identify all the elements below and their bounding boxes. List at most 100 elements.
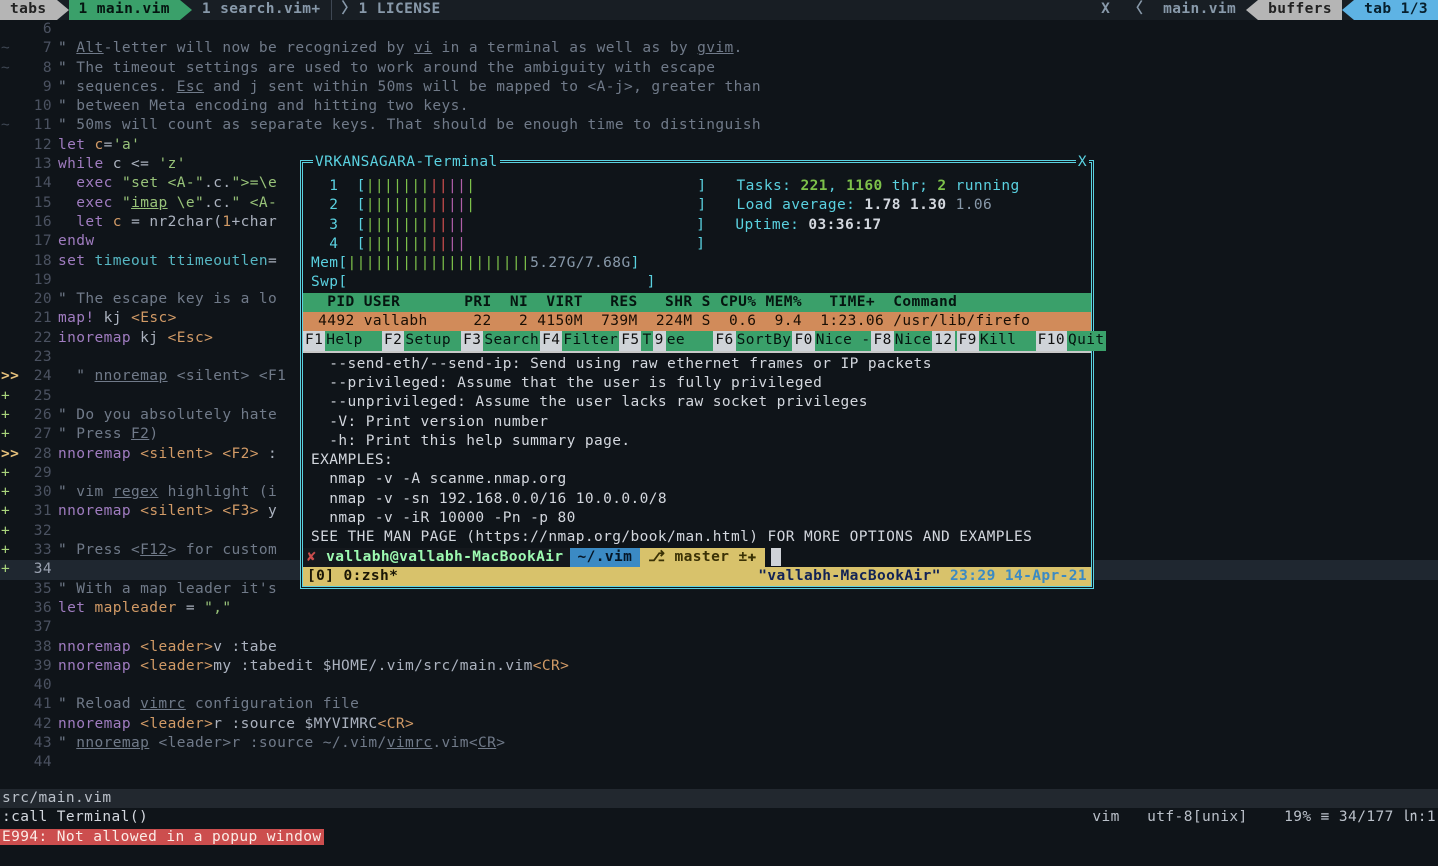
code-content[interactable]: " sequences. Esc and j sent within 50ms … xyxy=(58,78,1438,97)
cpu-meter: 3 [|||||||||||]Uptime: 03:36:17 xyxy=(311,216,1083,235)
process-table-header[interactable]: PID USER PRI NI VIRT RES SHR S CPU% MEM%… xyxy=(303,293,1091,312)
fkey-f6[interactable]: F6 xyxy=(713,331,735,350)
code-content[interactable]: nnoremap <leader>my :tabedit $HOME/.vim/… xyxy=(58,657,1438,676)
code-content[interactable]: " between Meta encoding and hitting two … xyxy=(58,97,1438,116)
code-content[interactable]: let mapleader = "," xyxy=(58,599,1438,618)
tab-license[interactable]: 1 LICENSE xyxy=(348,0,450,20)
fkey-f3[interactable]: F3 xyxy=(461,331,483,350)
gutter-sign xyxy=(0,136,22,155)
gutter-sign xyxy=(0,290,22,309)
code-line[interactable]: 40 xyxy=(0,676,1438,695)
line-number: 15 xyxy=(22,194,58,213)
gutter-sign: + xyxy=(0,483,22,502)
popup-close-button[interactable]: X xyxy=(1076,153,1089,172)
terminal-output-line: nmap -v -sn 192.168.0.0/16 10.0.0.0/8 xyxy=(311,490,1083,509)
code-content[interactable]: nnoremap <leader>r :source $MYVIMRC<CR> xyxy=(58,715,1438,734)
fkey-label[interactable]: Search xyxy=(483,331,540,350)
code-content[interactable]: " 50ms will count as separate keys. That… xyxy=(58,116,1438,135)
tab-main-vim[interactable]: 1 main.vim xyxy=(69,0,180,20)
code-content[interactable]: " nnoremap <leader>r :source ~/.vim/vimr… xyxy=(58,734,1438,753)
buffer-current[interactable]: main.vim xyxy=(1153,0,1246,20)
fkey-f4[interactable]: F4 xyxy=(540,331,562,350)
code-content[interactable]: let c='a' xyxy=(58,136,1438,155)
gutter-sign xyxy=(0,695,22,714)
command-line[interactable]: :call Terminal() xyxy=(0,808,1438,827)
code-line[interactable]: 38nnoremap <leader>v :tabe xyxy=(0,638,1438,657)
code-line[interactable]: 9" sequences. Esc and j sent within 50ms… xyxy=(0,78,1438,97)
code-content[interactable] xyxy=(58,676,1438,695)
fkey-label[interactable]: SortBy xyxy=(736,331,793,350)
gutter-sign xyxy=(0,676,22,695)
line-number: 31 xyxy=(22,502,58,521)
code-line[interactable]: ~8" The timeout settings are used to wor… xyxy=(0,59,1438,78)
terminal-output-line: SEE THE MAN PAGE (https://nmap.org/book/… xyxy=(311,528,1083,547)
error-message: E994: Not allowed in a popup window xyxy=(0,828,324,847)
gutter-sign xyxy=(0,329,22,348)
fkey-label[interactable]: Nice - xyxy=(815,331,872,350)
fkey-label[interactable]: Filter xyxy=(562,331,619,350)
gutter-sign: + xyxy=(0,560,22,579)
line-number: 21 xyxy=(22,309,58,328)
shell-prompt[interactable]: ✘ vallabh@vallabh-MacBookAir ~/.vim ⎇ ma… xyxy=(303,548,1091,567)
code-line[interactable]: 36let mapleader = "," xyxy=(0,599,1438,618)
code-line[interactable]: 39nnoremap <leader>my :tabedit $HOME/.vi… xyxy=(0,657,1438,676)
process-table-row[interactable]: 4492 vallabh 22 2 4150M 739M 224M S 0.6 … xyxy=(303,312,1091,331)
line-number: 44 xyxy=(22,753,58,772)
terminal-output-line: --privileged: Assume that the user is fu… xyxy=(311,374,1083,393)
line-number: 20 xyxy=(22,290,58,309)
fkey-f10[interactable]: F10 xyxy=(1036,331,1067,350)
separator-icon xyxy=(1342,0,1354,20)
code-content[interactable]: " The timeout settings are used to work … xyxy=(58,59,1438,78)
code-line[interactable]: 41" Reload vimrc configuration file xyxy=(0,695,1438,714)
fkey-12[interactable]: 12 xyxy=(932,331,954,350)
line-number: 14 xyxy=(22,174,58,193)
line-number: 33 xyxy=(22,541,58,560)
fkey-label[interactable]: Help xyxy=(325,331,382,350)
fkey-9[interactable]: 9 xyxy=(653,331,666,350)
code-content[interactable] xyxy=(58,753,1438,772)
code-line[interactable]: 43" nnoremap <leader>r :source ~/.vim/vi… xyxy=(0,734,1438,753)
code-line[interactable]: 6 xyxy=(0,20,1438,39)
fkey-f1[interactable]: F1 xyxy=(303,331,325,350)
code-line[interactable]: 12let c='a' xyxy=(0,136,1438,155)
fkey-f8[interactable]: F8 xyxy=(871,331,893,350)
code-content[interactable] xyxy=(58,618,1438,637)
gutter-sign xyxy=(0,348,22,367)
fkey-f2[interactable]: F2 xyxy=(382,331,404,350)
line-number: 10 xyxy=(22,97,58,116)
fkey-label[interactable]: Nice xyxy=(894,331,933,350)
fkey-f9[interactable]: F9 xyxy=(957,331,979,350)
htop-function-keys[interactable]: F1Help F2Setup F3SearchF4FilterF5T9ee F6… xyxy=(303,331,1091,350)
code-content[interactable] xyxy=(58,20,1438,39)
terminal-popup[interactable]: VRKANSAGARA-Terminal X 1 [||||||||||||]T… xyxy=(300,160,1094,589)
line-number: 8 xyxy=(22,59,58,78)
tmux-session: [0] 0:zsh* xyxy=(307,567,398,586)
fkey-label[interactable]: Kill xyxy=(979,331,1036,350)
fkey-f5[interactable]: F5 xyxy=(619,331,641,350)
code-line[interactable]: 10" between Meta encoding and hitting tw… xyxy=(0,97,1438,116)
fkey-f0[interactable]: F0 xyxy=(792,331,814,350)
code-line[interactable]: ~11" 50ms will count as separate keys. T… xyxy=(0,116,1438,135)
tab-search-vim[interactable]: 1 search.vim+ xyxy=(192,0,331,20)
code-content[interactable]: " Alt-letter will now be recognized by v… xyxy=(58,39,1438,58)
line-number: 29 xyxy=(22,464,58,483)
code-line[interactable]: 42nnoremap <leader>r :source $MYVIMRC<CR… xyxy=(0,715,1438,734)
fkey-label[interactable]: T xyxy=(641,331,652,350)
terminal-output-line: nmap -v -iR 10000 -Pn -p 80 xyxy=(311,509,1083,528)
fkey-label[interactable]: Setup xyxy=(404,331,461,350)
code-content[interactable]: nnoremap <leader>v :tabe xyxy=(58,638,1438,657)
gutter-sign: ~ xyxy=(0,39,22,58)
terminal-output-line: EXAMPLES: xyxy=(311,451,1083,470)
line-number: 43 xyxy=(22,734,58,753)
code-line[interactable]: ~7" Alt-letter will now be recognized by… xyxy=(0,39,1438,58)
code-line[interactable]: 37 xyxy=(0,618,1438,637)
code-line[interactable]: 44 xyxy=(0,753,1438,772)
line-number: 17 xyxy=(22,232,58,251)
tab-close-button[interactable]: X xyxy=(1093,0,1118,20)
line-number: 42 xyxy=(22,715,58,734)
fkey-label[interactable]: Quit xyxy=(1067,331,1106,350)
line-number: 34 xyxy=(22,560,58,579)
fkey-label[interactable]: ee xyxy=(666,331,714,350)
code-content[interactable]: " Reload vimrc configuration file xyxy=(58,695,1438,714)
line-number: 37 xyxy=(22,618,58,637)
